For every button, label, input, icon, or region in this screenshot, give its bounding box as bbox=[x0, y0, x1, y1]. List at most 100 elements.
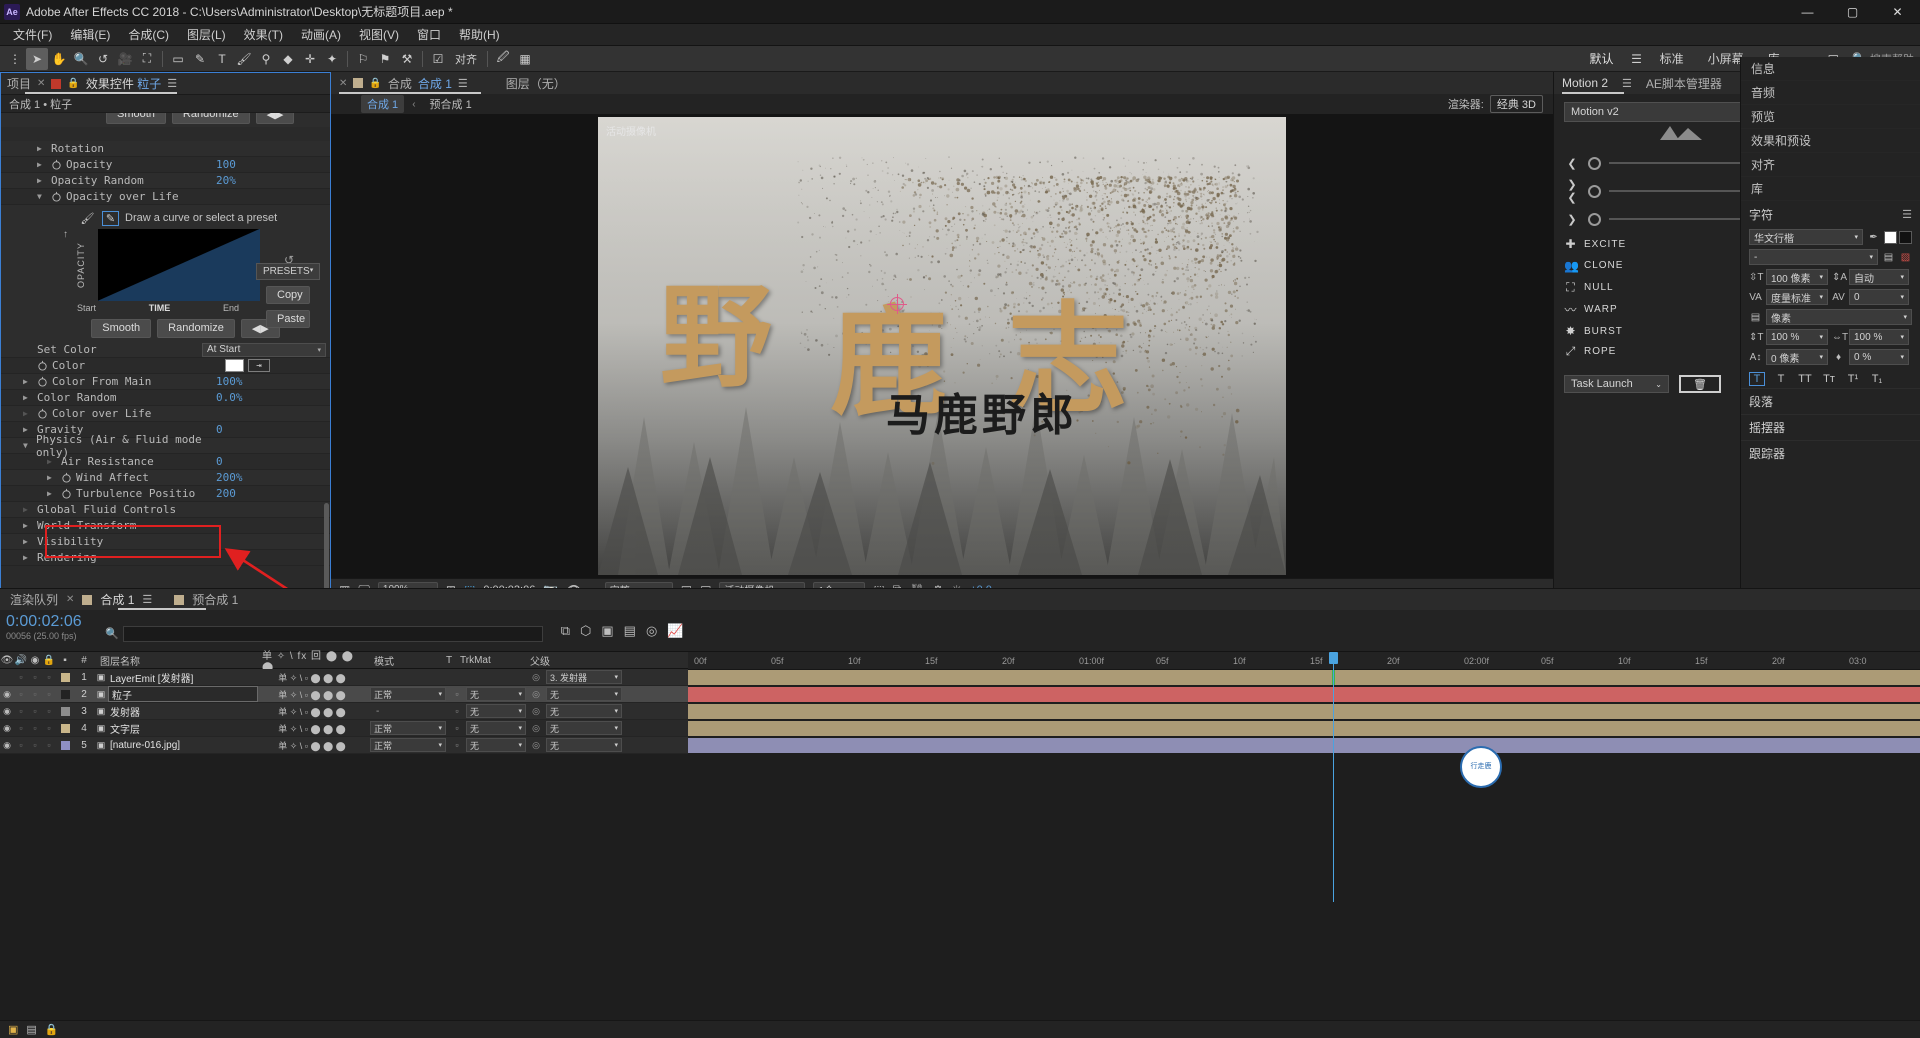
rotation-tool-icon[interactable]: ↺ bbox=[92, 48, 114, 70]
layer-mode-select[interactable]: 正常 ▾ bbox=[366, 686, 450, 702]
layer-name[interactable]: 粒子 bbox=[108, 686, 258, 702]
stopwatch-icon[interactable] bbox=[61, 488, 72, 499]
menu-item-5[interactable]: 动画(A) bbox=[292, 24, 350, 45]
disclosure-triangle[interactable]: ▶ bbox=[47, 457, 57, 466]
fill-color-swatch[interactable] bbox=[1884, 231, 1897, 244]
menu-item-0[interactable]: 文件(F) bbox=[4, 24, 61, 45]
audio-toggle-icon[interactable]: ▫ bbox=[14, 669, 28, 685]
task-launch-select[interactable]: Task Launch ⌄ bbox=[1564, 375, 1669, 393]
effect-row-rotation[interactable]: ▶ Rotation bbox=[1, 141, 330, 157]
effect-row-value[interactable]: 0.0% bbox=[212, 391, 330, 404]
renderer-value[interactable]: 经典 3D bbox=[1490, 95, 1543, 113]
motion-button-clone[interactable]: 👥 CLONE bbox=[1564, 257, 1732, 274]
layer-switches[interactable]: 单 ✧ \ ▫ ⬤ ⬤ ⬤ bbox=[258, 703, 366, 719]
pen-tool-icon[interactable]: ✎ bbox=[189, 48, 211, 70]
label-color-chip[interactable] bbox=[56, 669, 74, 685]
font-size-select[interactable]: 100 像素 ▾ bbox=[1766, 269, 1828, 285]
disclosure-triangle[interactable]: ▶ bbox=[37, 160, 47, 169]
font-family-select[interactable]: 华文行楷 ▾ bbox=[1749, 229, 1863, 245]
disclosure-triangle[interactable]: ▶ bbox=[37, 176, 47, 185]
effect-row-wind-affect[interactable]: ▶ Wind Affect 200% bbox=[1, 470, 330, 486]
workspace-default[interactable]: 默认 bbox=[1578, 48, 1626, 69]
slider-knob[interactable] bbox=[1588, 185, 1601, 198]
lock-toggle-icon[interactable]: ▫ bbox=[42, 703, 56, 719]
timeline-search-input[interactable] bbox=[123, 626, 543, 642]
rail-item-5[interactable]: 库 bbox=[1741, 177, 1920, 201]
lock-toggle-icon[interactable]: ▫ bbox=[42, 669, 56, 685]
timeline-layer-bars[interactable] bbox=[688, 670, 1920, 755]
parent-pickwhip-icon[interactable]: ◎ bbox=[528, 737, 544, 753]
type-tool-icon[interactable]: T bbox=[211, 48, 233, 70]
layer-name[interactable]: 文字层 bbox=[108, 720, 258, 736]
menu-item-4[interactable]: 效果(T) bbox=[235, 24, 292, 45]
composition-canvas[interactable]: 活动摄像机 野 鹿 志 马鹿野郎 bbox=[598, 117, 1286, 575]
disclosure-triangle[interactable]: ▶ bbox=[23, 409, 33, 418]
tab-comp1-timeline[interactable]: 合成 1 bbox=[100, 591, 134, 608]
baseline-select[interactable]: 0 像素 ▾ bbox=[1766, 349, 1828, 365]
timeline-track-area[interactable]: 00f 05f 10f 15f 20f 01:00f 05f 10f 15f 20f 02:00f 0… bbox=[688, 652, 1920, 755]
stroke-color-swatch[interactable] bbox=[1899, 231, 1912, 244]
comp-tab-name[interactable]: 合成 1 bbox=[418, 75, 452, 92]
timeline-time-value[interactable]: 0:00:02:06 bbox=[6, 613, 99, 631]
preserve-transparency-toggle[interactable]: ▫ bbox=[450, 703, 464, 719]
playhead-handle[interactable] bbox=[1329, 652, 1338, 664]
panel-menu-icon[interactable]: ☰ bbox=[167, 77, 177, 90]
stopwatch-icon[interactable] bbox=[37, 408, 48, 419]
parent-pickwhip-icon[interactable]: ◎ bbox=[528, 686, 544, 702]
pencil-curve-icon[interactable]: ✎ bbox=[102, 211, 119, 226]
table-row[interactable]: ◉ ▫ ▫ ▫ 3 ▣ 发射器单 ✧ \ ▫ ⬤ ⬤ ⬤ - ▫ 无 ▾ ◎ 无 ▾ bbox=[0, 703, 688, 720]
effect-row-color-over-life[interactable]: ▶ Color over Life bbox=[1, 406, 330, 422]
layer-mode-select[interactable] bbox=[366, 669, 450, 685]
motion-button-rope[interactable]: ⤢ ROPE bbox=[1564, 344, 1732, 359]
smooth-button-clipped[interactable]: Smooth bbox=[106, 113, 166, 124]
comp-panel-menu-icon[interactable]: ☰ bbox=[458, 77, 468, 90]
effect-row-value[interactable]: 100 bbox=[212, 158, 330, 171]
tab-ae-script-manager[interactable]: AE脚本管理器 bbox=[1646, 75, 1722, 92]
font-style-select[interactable]: - ▾ bbox=[1749, 249, 1878, 265]
menu-item-1[interactable]: 编辑(E) bbox=[61, 24, 119, 45]
eyedropper-icon[interactable]: ✒ bbox=[1867, 232, 1880, 243]
audio-toggle-icon[interactable]: ▫ bbox=[14, 737, 28, 753]
lock-toggle-icon[interactable]: ▫ bbox=[42, 720, 56, 736]
solo-toggle-icon[interactable]: ▫ bbox=[28, 669, 42, 685]
copy-button[interactable]: Copy bbox=[266, 286, 310, 304]
lock-toggle-icon[interactable]: ▫ bbox=[42, 686, 56, 702]
effect-row-color-from-main[interactable]: ▶ Color From Main 100% bbox=[1, 374, 330, 390]
menu-item-7[interactable]: 窗口 bbox=[408, 24, 450, 45]
layer-switches[interactable]: 单 ✧ \ ▫ ⬤ ⬤ ⬤ bbox=[258, 669, 366, 685]
puppet-pin-icon[interactable]: ⚐ bbox=[352, 48, 374, 70]
table-row[interactable]: ◉ ▫ ▫ ▫ 4 ▣ 文字层单 ✧ \ ▫ ⬤ ⬤ ⬤ 正常 ▾ ▫ 无 ▾ ◎ 无 ▾ bbox=[0, 720, 688, 737]
timeline-ruler[interactable]: 00f 05f 10f 15f 20f 01:00f 05f 10f 15f 20f 02:00f 0… bbox=[688, 652, 1920, 670]
effect-row-set-color[interactable]: Set Color At Start ▾ bbox=[1, 342, 330, 358]
tab-motion2[interactable]: Motion 2 bbox=[1562, 76, 1608, 90]
effect-row-value[interactable]: 20% bbox=[212, 174, 330, 187]
minimize-button[interactable]: — bbox=[1785, 0, 1830, 24]
layer-switches[interactable]: 单 ✧ \ ▫ ⬤ ⬤ ⬤ bbox=[258, 737, 366, 753]
subtab-nav-icon[interactable]: ‹ bbox=[412, 99, 415, 110]
disclosure-triangle[interactable]: ▶ bbox=[47, 489, 57, 498]
puppet-starch-icon[interactable]: ⚑ bbox=[374, 48, 396, 70]
trash-icon[interactable]: 🗑 bbox=[1679, 375, 1721, 393]
disclosure-triangle[interactable]: ▶ bbox=[23, 505, 33, 514]
pan-behind-tool-icon[interactable]: ⛶ bbox=[136, 48, 158, 70]
solo-toggle-icon[interactable]: ▫ bbox=[28, 737, 42, 753]
wiggler-panel-header[interactable]: 摇摆器 bbox=[1741, 414, 1920, 440]
brush-tool-icon[interactable]: 🖌 bbox=[233, 48, 255, 70]
timeline-lock-icon[interactable]: 🔒 bbox=[45, 1023, 59, 1036]
maximize-button[interactable]: ▢ bbox=[1830, 0, 1875, 24]
table-row[interactable]: ◉ ▫ ▫ ▫ 5 ▣ [nature-016.jpg] 单 ✧ \ ▫ ⬤ ⬤ ⬤ 正常 ▾ ▫ 无… bbox=[0, 737, 688, 754]
puppet-overlap-icon[interactable]: ⚒ bbox=[396, 48, 418, 70]
motion-button-null[interactable]: ⛶ NULL bbox=[1564, 280, 1732, 295]
swap-colors-icon[interactable]: ▧ bbox=[1899, 252, 1912, 263]
presets-dropdown[interactable]: PRESETS ▾ bbox=[256, 263, 320, 280]
video-toggle-icon[interactable] bbox=[0, 669, 14, 685]
menu-item-6[interactable]: 视图(V) bbox=[350, 24, 408, 45]
layer-bar-5[interactable] bbox=[688, 738, 1920, 753]
eyedropper-icon[interactable]: ⇥ bbox=[248, 359, 270, 372]
disclosure-triangle[interactable]: ▶ bbox=[37, 144, 47, 153]
layer-parent-select[interactable]: 3. 发射器 ▾ bbox=[544, 669, 624, 685]
layer-parent-select[interactable]: 无 ▾ bbox=[544, 703, 624, 719]
audio-toggle-icon[interactable]: ▫ bbox=[14, 686, 28, 702]
disclosure-triangle[interactable]: ▶ bbox=[23, 377, 33, 386]
effect-row-opacity[interactable]: ▶ Opacity 100 bbox=[1, 157, 330, 173]
